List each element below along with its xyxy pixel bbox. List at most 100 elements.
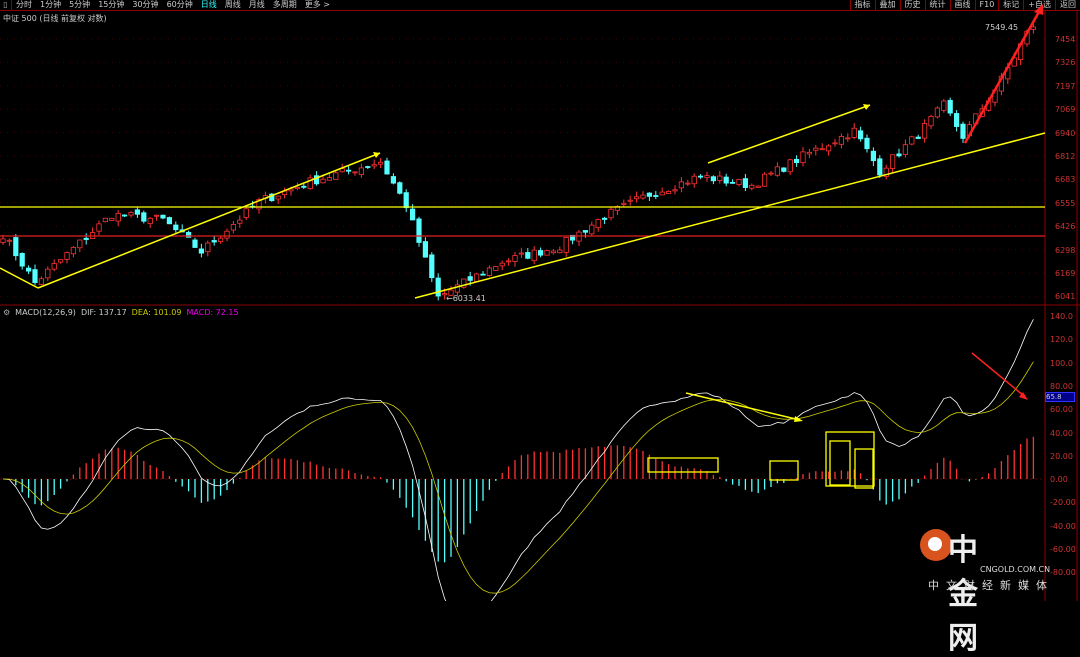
candle-down	[301, 185, 307, 188]
candle-down	[134, 209, 140, 215]
candle-up	[576, 231, 582, 242]
candle-down	[83, 237, 89, 240]
macd-legend: ⚙ MACD(12,26,9) DIF: 137.17 DEA: 101.09 …	[3, 308, 239, 317]
max-price-label: 7549.45	[985, 23, 1019, 32]
candle-up	[800, 151, 806, 164]
candle-up	[230, 224, 236, 231]
candle-down	[365, 166, 371, 168]
macd-axis-label: 40.00	[1050, 428, 1073, 438]
candle-down	[730, 181, 736, 184]
candle-up	[224, 230, 230, 239]
candle-down	[710, 176, 717, 182]
candle-up	[205, 242, 211, 253]
candle-up	[819, 148, 825, 151]
candle-down	[166, 217, 172, 225]
candle-down	[896, 153, 902, 157]
candle-down	[19, 253, 25, 267]
candle-down	[211, 240, 217, 243]
min-price-value: 6033.41	[452, 294, 486, 303]
candle-up	[845, 137, 851, 140]
candle-up	[243, 208, 249, 218]
highlight-box	[647, 457, 719, 473]
candle-up	[1030, 26, 1036, 30]
dif-line	[2, 319, 1034, 601]
candle-up	[691, 175, 697, 185]
candle-down	[384, 160, 390, 175]
candle-up	[704, 175, 710, 179]
macd-axis-label: -40.00	[1050, 521, 1076, 531]
candle-up	[102, 217, 108, 223]
candle-up	[838, 136, 845, 145]
candle-up	[493, 266, 499, 271]
price-axis-label: 7326	[1055, 58, 1076, 68]
candle-down	[864, 137, 870, 150]
watermark-url: CNGOLD.COM.CN	[980, 565, 1051, 574]
candle-down	[390, 176, 397, 184]
candle-up	[45, 268, 51, 279]
candle-up	[557, 249, 563, 254]
min-price-label: ←6033.41	[446, 294, 486, 303]
highlight-box	[829, 440, 851, 486]
candle-down	[403, 192, 409, 209]
candle-up	[922, 123, 928, 139]
candle-down	[781, 167, 787, 172]
candle-up	[685, 182, 691, 185]
macd-axis-label: -80.00	[1050, 568, 1076, 578]
candle-down	[723, 176, 729, 184]
price-axis-label: 7069	[1055, 105, 1076, 115]
candle-down	[198, 248, 204, 254]
price-axis-label: 6169	[1055, 269, 1076, 278]
candle-up	[621, 202, 627, 205]
candle-down	[32, 269, 38, 284]
candle-down	[525, 252, 531, 259]
candle-up	[499, 262, 505, 267]
candle-down	[915, 136, 921, 139]
candle-up	[512, 255, 518, 262]
macd-value: MACD: 72.15	[186, 308, 239, 317]
candle-up	[237, 219, 243, 224]
kline-chart[interactable]	[0, 0, 1080, 601]
macd-current-label: 65.8	[1045, 392, 1075, 402]
dea-value: DEA: 101.09	[131, 308, 182, 317]
candle-up	[832, 142, 838, 145]
macd-axis-label: 120.0	[1050, 335, 1073, 345]
candle-up	[473, 273, 480, 283]
macd-axis-label: 80.00	[1050, 381, 1073, 391]
candle-down	[646, 192, 653, 197]
candle-up	[518, 252, 525, 255]
candle-up	[217, 237, 224, 243]
settings-icon[interactable]: ⚙	[3, 308, 10, 317]
candle-up	[294, 186, 301, 190]
candle-up	[352, 171, 358, 174]
candle-up	[486, 267, 493, 276]
candle-up	[51, 263, 57, 270]
macd-axis-label: 0.00	[1050, 475, 1068, 485]
candle-up	[595, 219, 601, 229]
candle-up	[762, 173, 768, 187]
dea-line	[2, 361, 1034, 594]
candle-up	[678, 181, 685, 189]
candle-down	[858, 130, 864, 140]
candle-up	[787, 159, 793, 173]
candle-up	[153, 214, 160, 217]
trend-line	[414, 132, 1046, 299]
candle-up	[890, 154, 896, 169]
candle-down	[954, 113, 960, 127]
candle-up	[358, 167, 365, 175]
candle-down	[192, 239, 198, 248]
price-axis-label: 6426	[1055, 222, 1076, 232]
macd-axis-label: 140.0	[1050, 312, 1073, 321]
candle-down	[538, 250, 544, 256]
candle-up	[563, 236, 569, 253]
candle-up	[320, 178, 326, 184]
candle-up	[717, 175, 723, 181]
candle-up	[58, 259, 64, 263]
candle-up	[109, 217, 115, 221]
candle-down	[467, 276, 473, 281]
trend-line	[37, 152, 381, 289]
candle-up	[531, 249, 537, 262]
candle-up	[627, 199, 633, 202]
candle-down	[141, 212, 147, 222]
price-axis-label: 7454	[1055, 35, 1076, 44]
candle-up	[666, 190, 672, 194]
